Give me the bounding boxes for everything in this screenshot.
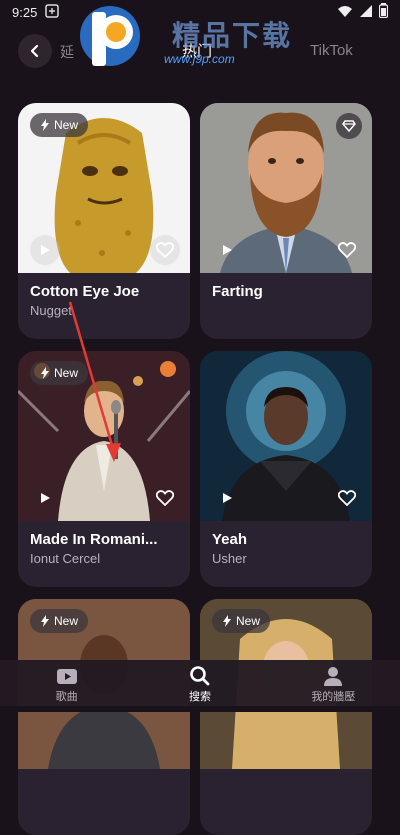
badge-label: New (236, 614, 261, 628)
play-button[interactable] (212, 483, 242, 513)
play-button[interactable] (30, 483, 60, 513)
wifi-icon (337, 4, 353, 21)
badge-label: New (54, 118, 79, 132)
play-button[interactable] (30, 235, 60, 265)
song-artist: Ionut Cercel (30, 551, 101, 566)
play-icon (41, 245, 50, 255)
song-title: Cotton Eye Joe (30, 283, 140, 300)
nav-profile[interactable]: 我的牆壓 (288, 660, 378, 704)
heart-icon (338, 490, 356, 506)
lightning-icon (41, 615, 49, 627)
person-icon (324, 667, 343, 686)
song-card[interactable]: Yeah Usher (200, 351, 372, 587)
play-icon (41, 493, 50, 503)
song-title: Farting (212, 283, 263, 300)
song-artist: Usher (212, 551, 247, 566)
lightning-icon (223, 615, 231, 627)
back-arrow-icon (30, 44, 39, 58)
battery-icon (378, 3, 389, 21)
lightning-icon (41, 367, 49, 379)
diamond-icon (342, 120, 356, 132)
song-card[interactable]: New (18, 599, 190, 835)
song-card[interactable]: New Cotton Eye Joe Nugget (18, 103, 190, 339)
favorite-button[interactable] (332, 235, 362, 265)
song-card[interactable]: New Made In Romani... Ionut Cercel (18, 351, 190, 587)
heart-icon (156, 242, 174, 258)
premium-button[interactable] (336, 113, 362, 139)
play-button[interactable] (212, 235, 242, 265)
signal-icon (359, 4, 373, 21)
badge-label: New (54, 614, 79, 628)
song-artist: Nugget (30, 303, 72, 318)
new-badge: New (30, 113, 89, 137)
lightning-icon (41, 119, 49, 131)
bottom-nav: 歌曲 搜索 我的牆壓 (0, 660, 400, 712)
status-time: 9:25 (12, 4, 38, 20)
song-card[interactable]: Farting (200, 103, 372, 339)
heart-icon (338, 242, 356, 258)
song-card[interactable]: New (200, 599, 372, 835)
favorite-button[interactable] (150, 235, 180, 265)
tab-hot[interactable]: 热门 (182, 40, 212, 61)
tab-tiktok[interactable]: TikTok (310, 42, 353, 59)
favorite-button[interactable] (150, 483, 180, 513)
tab-partial[interactable]: 延 (60, 42, 74, 62)
search-icon (190, 666, 210, 686)
nav-label: 搜索 (188, 691, 211, 703)
new-badge: New (212, 609, 271, 633)
song-title: Yeah (212, 531, 248, 548)
back-button[interactable] (18, 34, 52, 68)
nav-songs[interactable]: 歌曲 (22, 660, 112, 704)
top-bar: 延 热门 TikTok (0, 24, 400, 80)
status-bar: 9:25 (0, 0, 400, 24)
new-badge: New (30, 609, 89, 633)
nav-label: 我的牆壓 (311, 691, 356, 703)
song-title: Made In Romani... (30, 531, 158, 548)
video-icon (56, 669, 77, 684)
badge-label: New (54, 366, 79, 380)
system-nav-bar (0, 706, 400, 712)
heart-icon (156, 490, 174, 506)
new-badge: New (30, 361, 89, 385)
play-icon (223, 245, 232, 255)
notification-icon (45, 3, 60, 21)
play-icon (223, 493, 232, 503)
favorite-button[interactable] (332, 483, 362, 513)
nav-search[interactable]: 搜索 (155, 660, 245, 704)
nav-label: 歌曲 (55, 691, 78, 703)
